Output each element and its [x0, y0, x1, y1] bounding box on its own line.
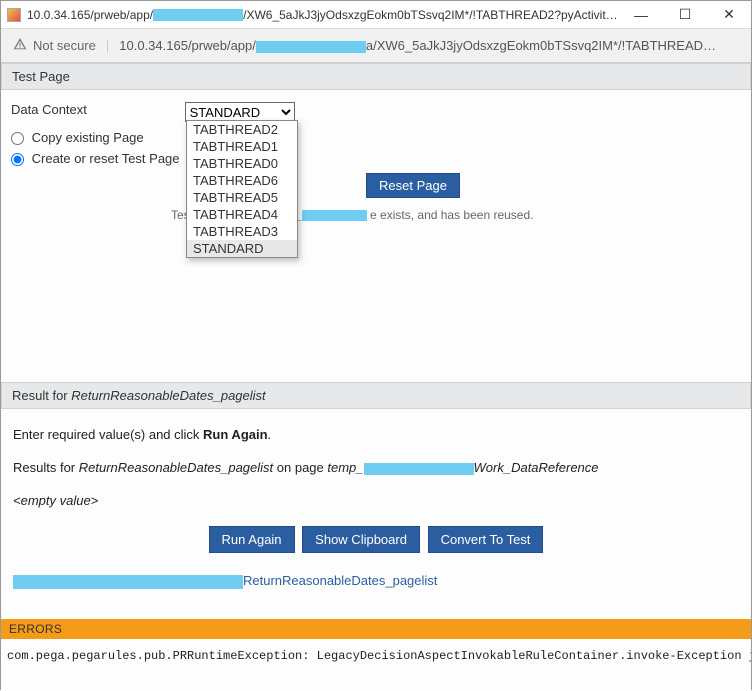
- copy-page-radio-row: Copy existing Page: [11, 130, 741, 145]
- window-buttons: — ☐ ✕: [619, 1, 751, 29]
- window-titlebar: 10.0.34.165/prweb/app/ /XW6_5aJkJ3jyOdsxz…: [1, 1, 751, 29]
- page-content[interactable]: Test Page Data Context STANDARD TABTHREA…: [1, 63, 751, 691]
- separator: |: [106, 38, 109, 53]
- not-secure-label: Not secure: [33, 38, 96, 53]
- dropdown-option[interactable]: TABTHREAD4: [187, 206, 297, 223]
- result-body: Enter required value(s) and click Run Ag…: [1, 409, 751, 619]
- results-for-prefix: Results for: [13, 460, 79, 475]
- errors-body: com.pega.pegarules.pub.PRRuntimeExceptio…: [1, 639, 751, 673]
- copy-page-label: Copy existing Page: [32, 130, 144, 145]
- minimize-button[interactable]: —: [619, 1, 663, 29]
- results-for-page-prefix: temp_: [327, 460, 363, 475]
- dropdown-option[interactable]: TABTHREAD1: [187, 138, 297, 155]
- dropdown-option[interactable]: TABTHREAD6: [187, 172, 297, 189]
- copy-page-radio[interactable]: [11, 132, 24, 145]
- rule-link[interactable]: ReturnReasonableDates_pagelist: [243, 573, 437, 588]
- url-suffix: a/XW6_5aJkJ3jyOdsxzgEokm0bTSsvq2IM*/!TAB…: [366, 38, 716, 53]
- dropdown-option-selected[interactable]: STANDARD: [187, 240, 297, 257]
- data-context-select[interactable]: STANDARD: [185, 102, 295, 122]
- url-text[interactable]: 10.0.34.165/prweb/app/a/XW6_5aJkJ3jyOdsx…: [119, 38, 739, 53]
- instruction-text: Enter required value(s) and click Run Ag…: [13, 427, 739, 442]
- show-clipboard-button[interactable]: Show Clipboard: [302, 526, 420, 553]
- testpage-body: Data Context STANDARD TABTHREAD2 TABTHRE…: [1, 90, 751, 302]
- empty-value: <empty value>: [13, 493, 739, 508]
- close-button[interactable]: ✕: [707, 1, 751, 29]
- result-rule-name: ReturnReasonableDates_pagelist: [71, 388, 265, 403]
- dropdown-option[interactable]: TABTHREAD2: [187, 121, 297, 138]
- results-for-mid: on page: [273, 460, 327, 475]
- redacted-segment: [364, 463, 474, 475]
- errors-header: ERRORS: [1, 619, 751, 639]
- result-header: Result for ReturnReasonableDates_pagelis…: [1, 382, 751, 409]
- dropdown-option[interactable]: TABTHREAD0: [187, 155, 297, 172]
- redacted-segment: [256, 41, 366, 53]
- favicon-icon: [7, 8, 21, 22]
- results-for-line: Results for ReturnReasonableDates_pageli…: [13, 460, 739, 475]
- title-prefix: 10.0.34.165/prweb/app/: [27, 8, 153, 22]
- warning-icon: [13, 37, 27, 54]
- run-again-button[interactable]: Run Again: [209, 526, 295, 553]
- dropdown-option[interactable]: TABTHREAD3: [187, 223, 297, 240]
- reset-page-button[interactable]: Reset Page: [366, 173, 460, 198]
- title-suffix: /XW6_5aJkJ3jyOdsxzgEokm0bTSsvq2IM*/!TABT…: [243, 8, 619, 22]
- create-page-label: Create or reset Test Page: [32, 151, 180, 166]
- result-buttons: Run Again Show Clipboard Convert To Test: [13, 526, 739, 553]
- results-for-page-suffix: Work_DataReference: [474, 460, 599, 475]
- address-bar: Not secure | 10.0.34.165/prweb/app/a/XW6…: [1, 29, 751, 63]
- create-page-radio[interactable]: [11, 153, 24, 166]
- error-line: com.pega.pegarules.pub.PRRuntimeExceptio…: [7, 649, 751, 663]
- create-page-radio-row: Create or reset Test Page ata Transform): [11, 149, 741, 169]
- result-prefix: Result for: [12, 388, 71, 403]
- convert-to-test-button[interactable]: Convert To Test: [428, 526, 544, 553]
- maximize-button[interactable]: ☐: [663, 1, 707, 29]
- instruction-suffix: .: [268, 427, 272, 442]
- window-title: 10.0.34.165/prweb/app/ /XW6_5aJkJ3jyOdsxz…: [27, 8, 619, 22]
- data-context-dropdown[interactable]: TABTHREAD2 TABTHREAD1 TABTHREAD0 TABTHRE…: [186, 120, 298, 258]
- data-context-label: Data Context: [11, 102, 181, 117]
- redacted-segment: [13, 575, 243, 589]
- instruction-prefix: Enter required value(s) and click: [13, 427, 203, 442]
- instruction-bold: Run Again: [203, 427, 268, 442]
- testpage-header: Test Page: [1, 63, 751, 90]
- url-prefix: 10.0.34.165/prweb/app/: [119, 38, 256, 53]
- status-line: Test 'Data_Work_ e exists, and has been …: [11, 208, 741, 222]
- status-suffix: e exists, and has been reused.: [370, 208, 533, 222]
- dropdown-option[interactable]: TABTHREAD5: [187, 189, 297, 206]
- redacted-segment: [302, 210, 367, 221]
- rule-link-row: ReturnReasonableDates_pagelist: [13, 569, 739, 601]
- redacted-segment: [153, 9, 243, 21]
- results-for-rule: ReturnReasonableDates_pagelist: [79, 460, 273, 475]
